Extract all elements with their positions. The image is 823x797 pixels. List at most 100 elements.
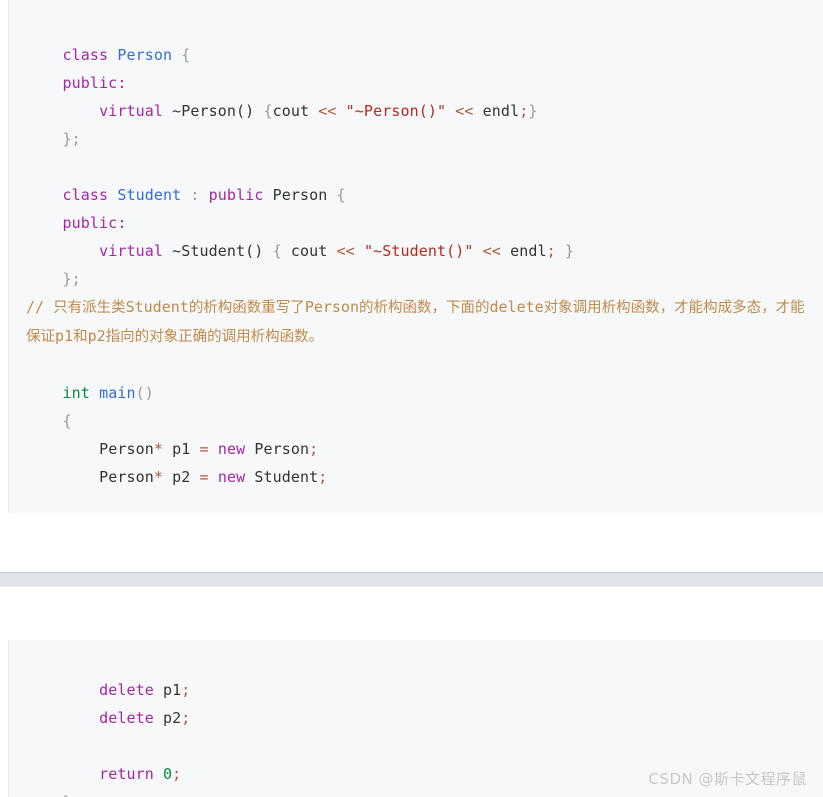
token-semicolon: ; <box>172 765 182 783</box>
code-line: delete p1; <box>9 648 823 699</box>
token-assign: = <box>199 468 209 486</box>
token-keyword-virtual: virtual <box>99 102 163 120</box>
token-type-person: Person <box>254 440 310 458</box>
comment-part-1: 只有派生类 <box>53 300 126 316</box>
token-endl: endl <box>482 102 520 120</box>
token-var-p2: p2 <box>172 468 191 486</box>
token-type-student: Student <box>117 186 182 204</box>
code-line: Person* p1 = new Person; <box>9 407 823 458</box>
comment-part-6: 指向的对象正确的调用析构函数。 <box>105 329 324 345</box>
csdn-watermark: CSDN @斯卡文程序鼠 <box>648 770 807 788</box>
token-brace-close: } <box>564 242 575 260</box>
token-type-student: Student <box>254 468 319 486</box>
token-keyword-virtual: virtual <box>99 242 163 260</box>
token-brace-close-semi: }; <box>62 130 81 148</box>
code-comment-line: // 只有派生类Student的析构函数重写了Person的析构函数，下面的de… <box>9 293 818 351</box>
token-semicolon: ; <box>181 681 191 699</box>
comment-part-3: 的析构函数，下面的 <box>359 300 490 316</box>
token-brace-open: { <box>272 242 282 260</box>
token-keyword-new: new <box>217 440 246 458</box>
token-keyword-delete: delete <box>99 709 154 727</box>
token-endl: endl <box>510 242 547 260</box>
token-keyword-new: new <box>217 468 246 486</box>
token-brace-open: { <box>263 102 273 120</box>
token-assign: = <box>199 440 209 458</box>
token-keyword-public: public: <box>62 74 127 92</box>
token-keyword-public-inherit: public <box>208 186 264 204</box>
token-parens: () <box>135 384 154 402</box>
horizontal-scrollbar[interactable] <box>0 572 823 587</box>
token-dtor-person: ~Person() <box>172 102 255 120</box>
comment-part-5: 和 <box>73 329 88 345</box>
token-keyword-return: return <box>99 765 154 783</box>
token-brace-open: { <box>62 412 72 430</box>
code-line: virtual ~Person() {cout << "~Person()" <… <box>9 69 823 120</box>
code-line: int main() <box>9 351 823 402</box>
token-type-person: Person <box>117 46 173 64</box>
comment-code-3: delete <box>489 298 544 316</box>
token-string-person: "~Person()" <box>345 102 447 120</box>
token-star: * <box>153 440 163 458</box>
token-shift-operator: << <box>336 242 355 260</box>
token-var-p1: p1 <box>163 681 182 699</box>
token-cout: cout <box>272 102 310 120</box>
code-block-top[interactable]: class Person { public: virtual ~Person()… <box>8 0 823 513</box>
token-number-zero: 0 <box>163 765 173 783</box>
token-brace-close: } <box>528 102 538 120</box>
token-var-p1: p1 <box>172 440 191 458</box>
token-brace-open: { <box>336 186 346 204</box>
token-brace-open: { <box>181 46 191 64</box>
token-cout: cout <box>290 242 328 260</box>
token-keyword-class: class <box>62 46 109 64</box>
comment-code-5: p2 <box>87 327 106 345</box>
token-dtor-student: ~Student() <box>172 242 264 260</box>
token-semicolon: ; <box>309 440 319 458</box>
comment-code-1: Student <box>125 298 189 316</box>
comment-code-4: p1 <box>55 327 74 345</box>
token-colon: : <box>190 186 200 204</box>
token-base-person: Person <box>272 186 328 204</box>
token-keyword-public: public: <box>62 214 127 232</box>
token-var-p2: p2 <box>163 709 182 727</box>
token-keyword-delete: delete <box>99 681 154 699</box>
comment-part-2: 的析构函数重写了 <box>188 300 305 316</box>
token-keyword-class: class <box>62 186 109 204</box>
token-shift-operator: << <box>455 102 474 120</box>
comment-marker: // <box>26 298 45 316</box>
token-semicolon: ; <box>519 102 529 120</box>
token-shift-operator: << <box>482 242 501 260</box>
token-shift-operator: << <box>318 102 337 120</box>
token-star: * <box>153 468 163 486</box>
